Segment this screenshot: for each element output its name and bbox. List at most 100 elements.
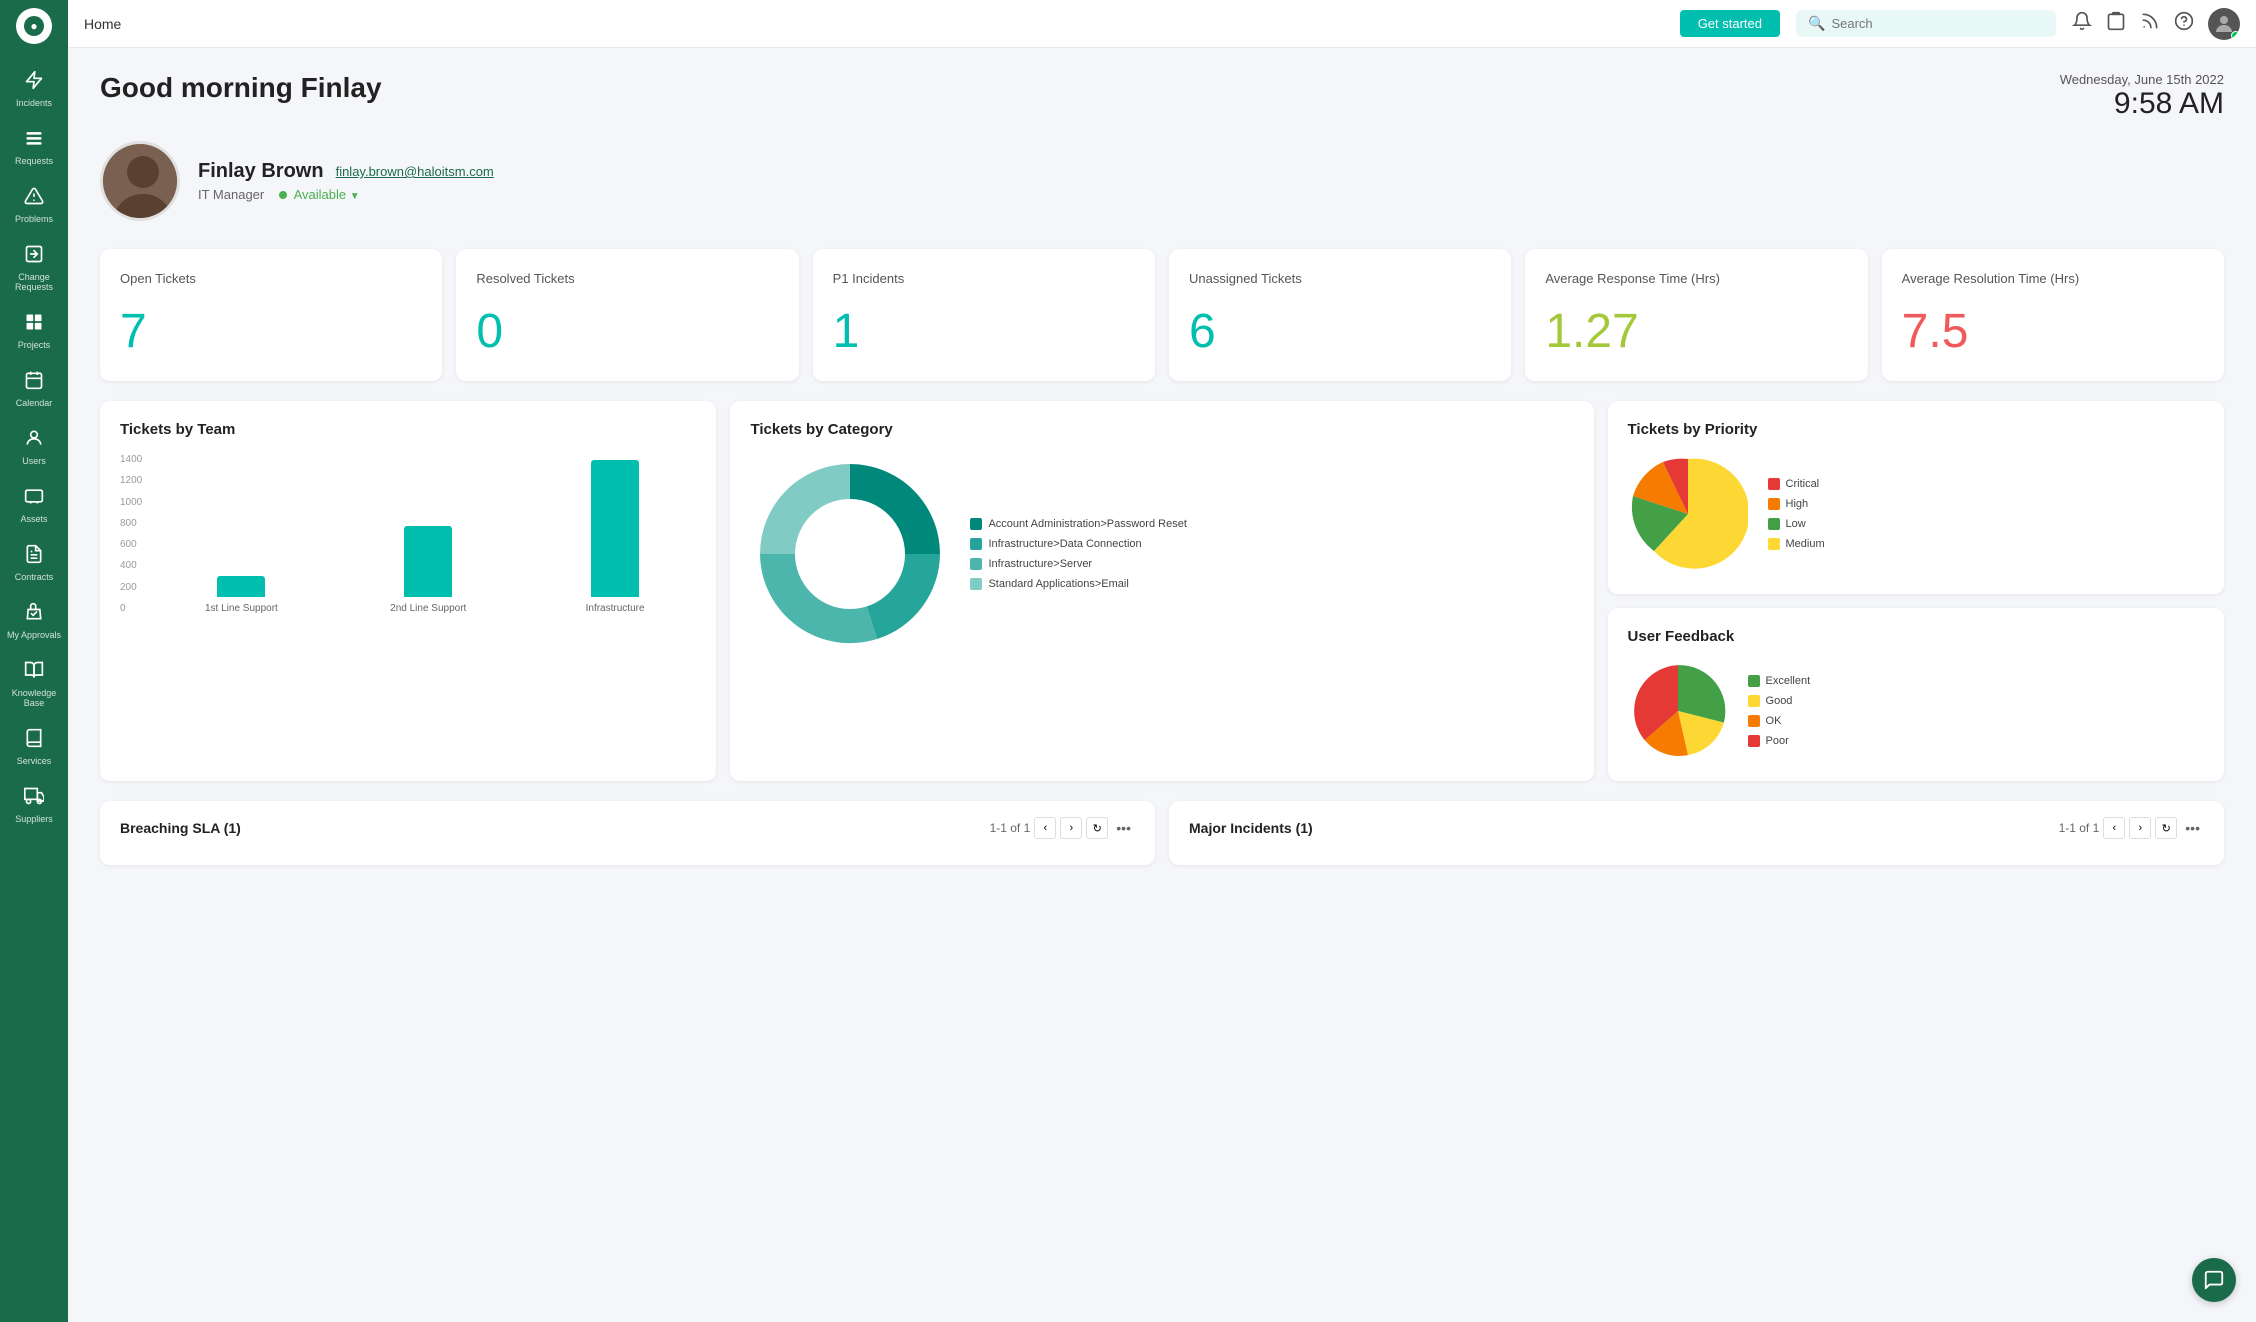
sidebar-item-suppliers[interactable]: Suppliers [0, 776, 68, 834]
help-icon[interactable] [2174, 11, 2194, 36]
datetime-time: 9:58 AM [2060, 87, 2224, 121]
sidebar-item-knowledge-base[interactable]: Knowledge Base [0, 650, 68, 718]
feed-icon[interactable] [2140, 11, 2160, 36]
priority-label-medium: Medium [1786, 538, 1825, 550]
sidebar-item-requests-label: Requests [15, 156, 53, 166]
sidebar-item-assets[interactable]: Assets [0, 476, 68, 534]
breaching-sla-next-button[interactable]: › [1060, 817, 1082, 839]
priority-legend-high: High [1768, 498, 1825, 510]
stat-value-p1-incidents: 1 [833, 304, 1135, 359]
category-legend: Account Administration>Password Reset In… [970, 518, 1186, 590]
my-approvals-icon [24, 602, 44, 627]
bar-2nd-line [404, 526, 452, 597]
users-icon [24, 428, 44, 453]
major-incidents-next-button[interactable]: › [2129, 817, 2151, 839]
major-incidents-title: Major Incidents (1) [1189, 820, 1313, 836]
legend-item-1: Account Administration>Password Reset [970, 518, 1186, 530]
search-bar[interactable]: 🔍 [1796, 10, 2056, 37]
stat-card-avg-resolution-time[interactable]: Average Resolution Time (Hrs) 7.5 [1882, 249, 2224, 381]
user-avatar[interactable] [2208, 8, 2240, 40]
role-label: IT Manager [198, 187, 264, 202]
tickets-by-team-card: Tickets by Team 0 200 400 600 800 1000 1… [100, 401, 716, 781]
bar-label-1st-line: 1st Line Support [205, 603, 278, 614]
main-container: Home Get started 🔍 [68, 0, 2256, 1322]
bottom-row: Breaching SLA (1) 1-1 of 1 ‹ › ↻ ••• Maj… [100, 801, 2224, 865]
y-axis-labels: 0 200 400 600 800 1000 1200 1400 [120, 454, 142, 614]
sidebar-item-incidents[interactable]: Incidents [0, 60, 68, 118]
profile-avatar-image [103, 144, 177, 218]
priority-dot-low [1768, 518, 1780, 530]
sidebar-item-my-approvals[interactable]: My Approvals [0, 592, 68, 650]
user-feedback-card: User Feedback [1608, 608, 2224, 781]
sidebar-logo[interactable]: ● [16, 8, 52, 44]
bar-group-1st-line: 1st Line Support [160, 576, 323, 614]
sidebar-item-requests[interactable]: Requests [0, 118, 68, 176]
legend-dot-4 [970, 578, 982, 590]
stat-label-resolved-tickets: Resolved Tickets [476, 271, 778, 286]
charts-right-column: Tickets by Priority [1608, 401, 2224, 781]
breaching-sla-prev-button[interactable]: ‹ [1034, 817, 1056, 839]
stat-card-open-tickets[interactable]: Open Tickets 7 [100, 249, 442, 381]
priority-legend-critical: Critical [1768, 478, 1825, 490]
sidebar-item-services[interactable]: Services [0, 718, 68, 776]
tickets-by-priority-card: Tickets by Priority [1608, 401, 2224, 594]
datetime-block: Wednesday, June 15th 2022 9:58 AM [2060, 72, 2224, 121]
stat-value-resolved-tickets: 0 [476, 304, 778, 359]
status-label[interactable]: Available [294, 187, 347, 202]
sidebar-item-change-requests[interactable]: Change Requests [0, 234, 68, 302]
sidebar-item-contracts[interactable]: Contracts [0, 534, 68, 592]
stat-card-unassigned-tickets[interactable]: Unassigned Tickets 6 [1169, 249, 1511, 381]
get-started-button[interactable]: Get started [1680, 10, 1780, 37]
stat-label-unassigned-tickets: Unassigned Tickets [1189, 271, 1491, 286]
sidebar-item-users-label: Users [22, 456, 46, 466]
major-incidents-prev-button[interactable]: ‹ [2103, 817, 2125, 839]
sidebar: ● Incidents Requests Problems Change Req… [0, 0, 68, 1322]
feedback-legend-good: Good [1748, 695, 1811, 707]
clipboard-icon[interactable] [2106, 11, 2126, 36]
bar-group-infrastructure: Infrastructure [534, 460, 697, 614]
feedback-pie-svg [1628, 661, 1728, 761]
major-incidents-refresh-button[interactable]: ↻ [2155, 817, 2177, 839]
breaching-sla-more-button[interactable]: ••• [1112, 820, 1135, 836]
priority-legend: Critical High Low [1768, 478, 1825, 550]
profile-avatar [100, 141, 180, 221]
chat-bubble-button[interactable] [2192, 1258, 2236, 1302]
sidebar-item-problems[interactable]: Problems [0, 176, 68, 234]
major-incidents-more-button[interactable]: ••• [2181, 820, 2204, 836]
stat-card-p1-incidents[interactable]: P1 Incidents 1 [813, 249, 1155, 381]
topbar: Home Get started 🔍 [68, 0, 2256, 48]
tickets-by-team-title: Tickets by Team [120, 421, 696, 438]
change-requests-icon [24, 244, 44, 269]
donut-center [795, 499, 905, 609]
home-link[interactable]: Home [84, 16, 121, 32]
sidebar-item-users[interactable]: Users [0, 418, 68, 476]
stat-value-open-tickets: 7 [120, 304, 422, 359]
priority-dot-medium [1768, 538, 1780, 550]
feedback-legend-ok: OK [1748, 715, 1811, 727]
feedback-legend-poor: Poor [1748, 735, 1811, 747]
sidebar-item-projects[interactable]: Projects [0, 302, 68, 360]
tickets-by-category-title: Tickets by Category [750, 421, 1573, 438]
profile-email[interactable]: finlay.brown@haloitsm.com [336, 164, 494, 179]
services-icon [24, 728, 44, 753]
sidebar-item-calendar[interactable]: Calendar [0, 360, 68, 418]
priority-label-low: Low [1786, 518, 1806, 530]
legend-label-1: Account Administration>Password Reset [988, 518, 1186, 530]
sidebar-item-projects-label: Projects [18, 340, 51, 350]
stat-card-resolved-tickets[interactable]: Resolved Tickets 0 [456, 249, 798, 381]
sidebar-item-change-requests-label: Change Requests [4, 272, 64, 292]
stat-label-avg-response-time: Average Response Time (Hrs) [1545, 271, 1847, 286]
sidebar-item-services-label: Services [17, 756, 52, 766]
feedback-label-poor: Poor [1766, 735, 1789, 747]
stat-card-avg-response-time[interactable]: Average Response Time (Hrs) 1.27 [1525, 249, 1867, 381]
major-incidents-card: Major Incidents (1) 1-1 of 1 ‹ › ↻ ••• [1169, 801, 2224, 865]
contracts-icon [24, 544, 44, 569]
breaching-sla-title: Breaching SLA (1) [120, 820, 241, 836]
priority-dot-high [1768, 498, 1780, 510]
breaching-sla-refresh-button[interactable]: ↻ [1086, 817, 1108, 839]
search-input[interactable] [1831, 16, 2044, 31]
calendar-icon [24, 370, 44, 395]
stats-row: Open Tickets 7 Resolved Tickets 0 P1 Inc… [100, 249, 2224, 381]
notification-bell-icon[interactable] [2072, 11, 2092, 36]
knowledge-base-icon [24, 660, 44, 685]
